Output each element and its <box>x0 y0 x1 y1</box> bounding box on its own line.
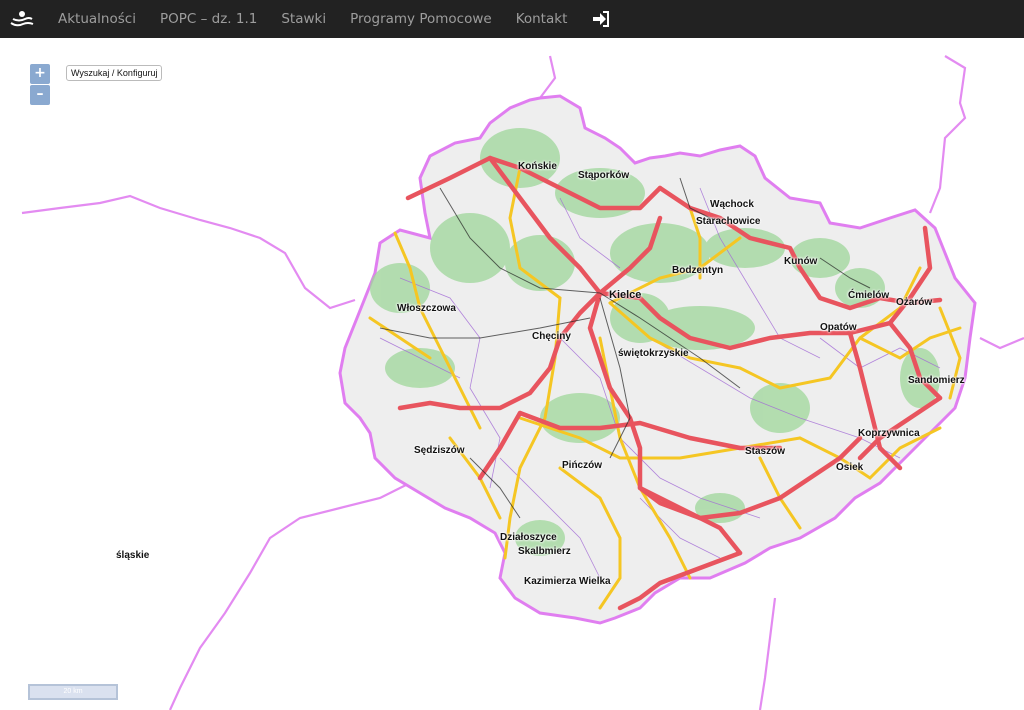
nav-aktualnosci[interactable]: Aktualności <box>40 0 148 38</box>
nav-kontakt[interactable]: Kontakt <box>504 0 580 38</box>
city-label: Chęciny <box>532 331 571 342</box>
city-label: Ćmielów <box>848 290 890 301</box>
zoom-in-button[interactable]: + <box>30 64 50 84</box>
city-label: Kielce <box>609 289 642 301</box>
map-view[interactable]: Końskie Stąporków Wąchock Starachowice B… <box>0 38 1024 710</box>
navbar: Aktualności POPC – dz. 1.1 Stawki Progra… <box>0 0 1024 38</box>
sign-in-icon[interactable] <box>589 0 613 38</box>
city-label: Staszów <box>745 446 786 457</box>
zoom-control: + – <box>30 64 50 106</box>
city-label: Kunów <box>784 256 818 267</box>
region-label: śląskie <box>116 550 150 561</box>
city-label: Ożarów <box>896 297 933 308</box>
city-label: Sędziszów <box>414 445 465 456</box>
search-configure-button[interactable]: Wyszukaj / Konfiguruj <box>66 65 163 81</box>
city-label: Osiek <box>836 462 864 473</box>
city-label: Bodzentyn <box>672 265 724 276</box>
nav-stawki[interactable]: Stawki <box>269 0 338 38</box>
city-label: Działoszyce <box>500 532 557 543</box>
zoom-out-button[interactable]: – <box>30 85 50 105</box>
map-canvas <box>21 55 1024 710</box>
city-label: Sandomierz <box>908 375 965 386</box>
city-label: Skalbmierz <box>518 546 571 557</box>
city-label: Opatów <box>820 322 857 333</box>
city-label: Koprzywnica <box>858 428 920 439</box>
city-label: Końskie <box>518 161 557 172</box>
city-label: Kazimierza Wielka <box>524 576 611 587</box>
city-label: Wąchock <box>710 199 754 210</box>
city-label: Starachowice <box>696 216 761 227</box>
city-label: Włoszczowa <box>397 303 456 314</box>
nav-popc[interactable]: POPC – dz. 1.1 <box>148 0 269 38</box>
nav-programy-pomocowe[interactable]: Programy Pomocowe <box>338 0 504 38</box>
region-label: świętokrzyskie <box>618 348 689 359</box>
city-label: Stąporków <box>578 170 630 181</box>
scale-bar: 20 km <box>28 684 118 700</box>
hands-logo-icon[interactable] <box>4 0 40 38</box>
city-label: Pińczów <box>562 460 603 471</box>
